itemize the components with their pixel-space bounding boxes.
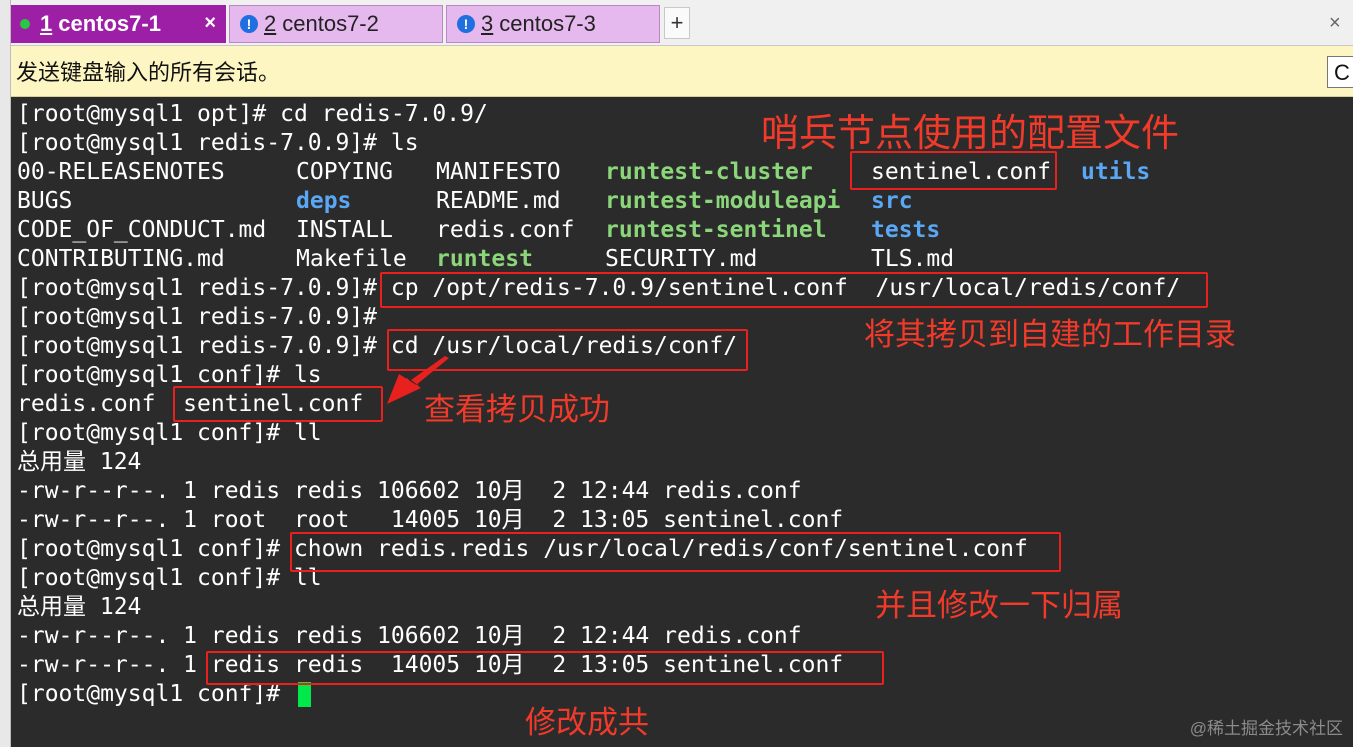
ls-entry-executable: runtest-moduleapi xyxy=(605,188,841,214)
ls-row: CONTRIBUTING.md Makefile runtest SECURIT… xyxy=(17,245,1337,274)
watermark: @稀土掘金技术社区 xyxy=(1189,719,1343,738)
ls-entry: README.md xyxy=(436,188,561,214)
terminal-line: -rw-r--r--. 1 redis redis 106602 10月 2 1… xyxy=(17,623,802,649)
terminal-line: [root@mysql1 redis-7.0.9]# ls xyxy=(17,130,419,156)
ls-row: CODE_OF_CONDUCT.md INSTALL redis.conf ru… xyxy=(17,216,1337,245)
ls-entry-directory: utils xyxy=(1081,159,1151,185)
tab-number: 3 xyxy=(481,11,494,36)
highlight-box-owner-result xyxy=(206,651,884,685)
terminal-line: -rw-r--r--. 1 root root 14005 10月 2 13:0… xyxy=(17,507,844,533)
ls-entry-directory: deps xyxy=(296,188,352,214)
tab-label: centos7-2 xyxy=(282,11,379,36)
terminal-line: -rw-r--r--. 1 redis redis 106602 10月 2 1… xyxy=(17,478,802,504)
window-close-icon[interactable]: × xyxy=(1329,12,1341,35)
terminal-line: [root@mysql1 conf]# ll xyxy=(17,420,322,446)
notice-text: 发送键盘输入的所有会话。 xyxy=(16,60,281,85)
ls-entry-executable: runtest xyxy=(436,246,533,272)
ls-entry: 00-RELEASENOTES xyxy=(17,159,225,185)
warning-icon: ! xyxy=(457,15,475,33)
ls-entry: redis.conf xyxy=(436,217,575,243)
ls-entry: CONTRIBUTING.md xyxy=(17,246,225,272)
terminal-line: [root@mysql1 conf]# ll xyxy=(17,565,322,591)
ls-entry: CODE_OF_CONDUCT.md xyxy=(17,217,267,243)
ls-entry: COPYING xyxy=(296,159,393,185)
new-tab-button[interactable]: + xyxy=(664,7,690,39)
ls-entry-executable: runtest-cluster xyxy=(605,159,813,185)
ls-entry: TLS.md xyxy=(871,246,955,272)
annotation-copy-to-dir: 将其拷贝到自建的工作目录 xyxy=(864,317,1236,352)
ls-entry: Makefile xyxy=(296,246,407,272)
annotation-change-owner: 并且修改一下归属 xyxy=(875,588,1123,623)
send-to-all-notice-bar: 发送键盘输入的所有会话。 C xyxy=(10,46,1353,97)
annotation-copy-success: 查看拷贝成功 xyxy=(424,392,610,427)
terminal-cursor xyxy=(297,682,311,707)
tab-label: centos7-3 xyxy=(499,11,596,36)
tab-centos7-2[interactable]: ! 2 centos7-2 xyxy=(229,5,443,43)
ls-entry: BUGS xyxy=(17,188,73,214)
ls-entry-executable: runtest-sentinel xyxy=(605,217,827,243)
terminal-line: 总用量 124 xyxy=(17,594,142,620)
connected-status-icon xyxy=(20,19,30,29)
ls-row: BUGS deps README.md runtest-moduleapi sr… xyxy=(17,187,1337,216)
tab-bar: 1 centos7-1 × ! 2 centos7-2 ! 3 centos7-… xyxy=(0,0,1353,46)
terminal-line: [root@mysql1 opt]# cd redis-7.0.9/ xyxy=(17,101,488,127)
terminal-line: [root@mysql1 redis-7.0.9]# xyxy=(17,304,378,330)
warning-icon: ! xyxy=(240,15,258,33)
tab-close-icon[interactable]: × xyxy=(204,12,216,35)
highlight-box-ls-result xyxy=(173,386,383,422)
ls-entry: INSTALL xyxy=(296,217,393,243)
tab-centos7-3[interactable]: ! 3 centos7-3 xyxy=(446,5,660,43)
annotation-sentinel-config: 哨兵节点使用的配置文件 xyxy=(761,113,1180,155)
ls-entry-directory: tests xyxy=(871,217,941,243)
tab-label: centos7-1 xyxy=(58,11,161,36)
tab-number: 2 xyxy=(264,11,277,36)
ls-entry: MANIFESTO xyxy=(436,159,561,185)
tab-number: 1 xyxy=(40,11,53,36)
ls-row: 00-RELEASENOTES COPYING MANIFESTO runtes… xyxy=(17,158,1337,187)
ls-entry: SECURITY.md xyxy=(605,246,758,272)
highlight-box-cp-command xyxy=(380,272,1208,308)
tab-centos7-1[interactable]: 1 centos7-1 × xyxy=(10,5,226,43)
terminal-output[interactable]: [root@mysql1 opt]# cd redis-7.0.9/ [root… xyxy=(10,98,1353,747)
ls-entry-directory: src xyxy=(871,188,913,214)
annotation-modified: 修改成共 xyxy=(525,705,649,740)
terminal-line: 总用量 124 xyxy=(17,449,142,475)
highlight-box-chown-command xyxy=(290,532,1061,572)
side-panel-strip[interactable] xyxy=(0,0,11,747)
notice-button[interactable]: C xyxy=(1327,56,1353,88)
